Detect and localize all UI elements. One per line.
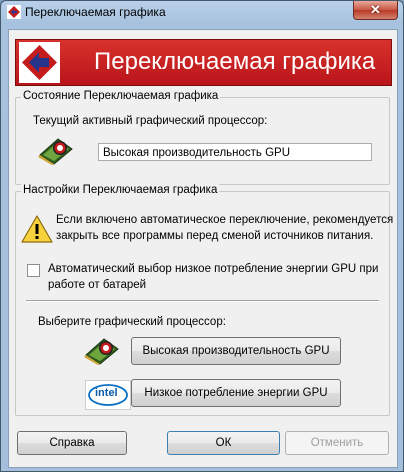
active-gpu-label: Текущий активный графический процессор: [33,115,268,127]
low-power-gpu-button[interactable]: Низкое потребление энергии GPU [131,379,341,407]
auto-select-checkbox[interactable] [27,264,40,277]
dialog-window: Переключаемая графика ✕ Переключаемая гр… [0,0,404,472]
ok-button[interactable]: ОК [167,431,280,455]
gpu-chip-icon [84,338,119,365]
status-group-label: Состояние Переключаемая графика [21,90,221,102]
separator [26,300,379,302]
high-performance-gpu-button[interactable]: Высокая производительность GPU [131,337,341,365]
amd-logo-icon [19,42,60,83]
auto-select-label-line1[interactable]: Автоматический выбор низкое потребление … [48,263,378,275]
cancel-button[interactable]: Отменить [285,431,389,455]
intel-logo-text: intel [95,387,118,399]
warning-text-line1: Если включено автоматическое переключени… [56,214,394,226]
warning-text-line2: закрыть все программы перед сменой источ… [56,230,374,242]
title-bar[interactable]: Переключаемая графика ✕ [1,1,403,23]
help-button[interactable]: Справка [17,431,127,455]
active-gpu-field: Высокая производительность GPU [98,143,372,161]
dialog-client-area: Переключаемая графика Состояние Переключ… [8,29,398,468]
settings-group: Настройки Переключаемая графика Если вкл… [15,184,394,416]
close-button[interactable]: ✕ [353,1,398,20]
window-title: Переключаемая графика [25,5,166,19]
settings-group-label: Настройки Переключаемая графика [21,184,220,196]
amd-logo-icon [7,5,21,19]
choose-gpu-label: Выберите графический процессор: [38,316,226,328]
intel-logo-icon: intel [85,380,131,410]
close-icon: ✕ [370,2,381,17]
auto-select-label-line2[interactable]: работе от батарей [48,279,146,291]
warning-icon [21,215,53,243]
banner-title: Переключаемая графика [94,48,376,75]
status-group: Состояние Переключаемая графика Текущий … [15,90,390,185]
gpu-chip-icon [38,138,73,165]
header-banner: Переключаемая графика [15,39,392,86]
